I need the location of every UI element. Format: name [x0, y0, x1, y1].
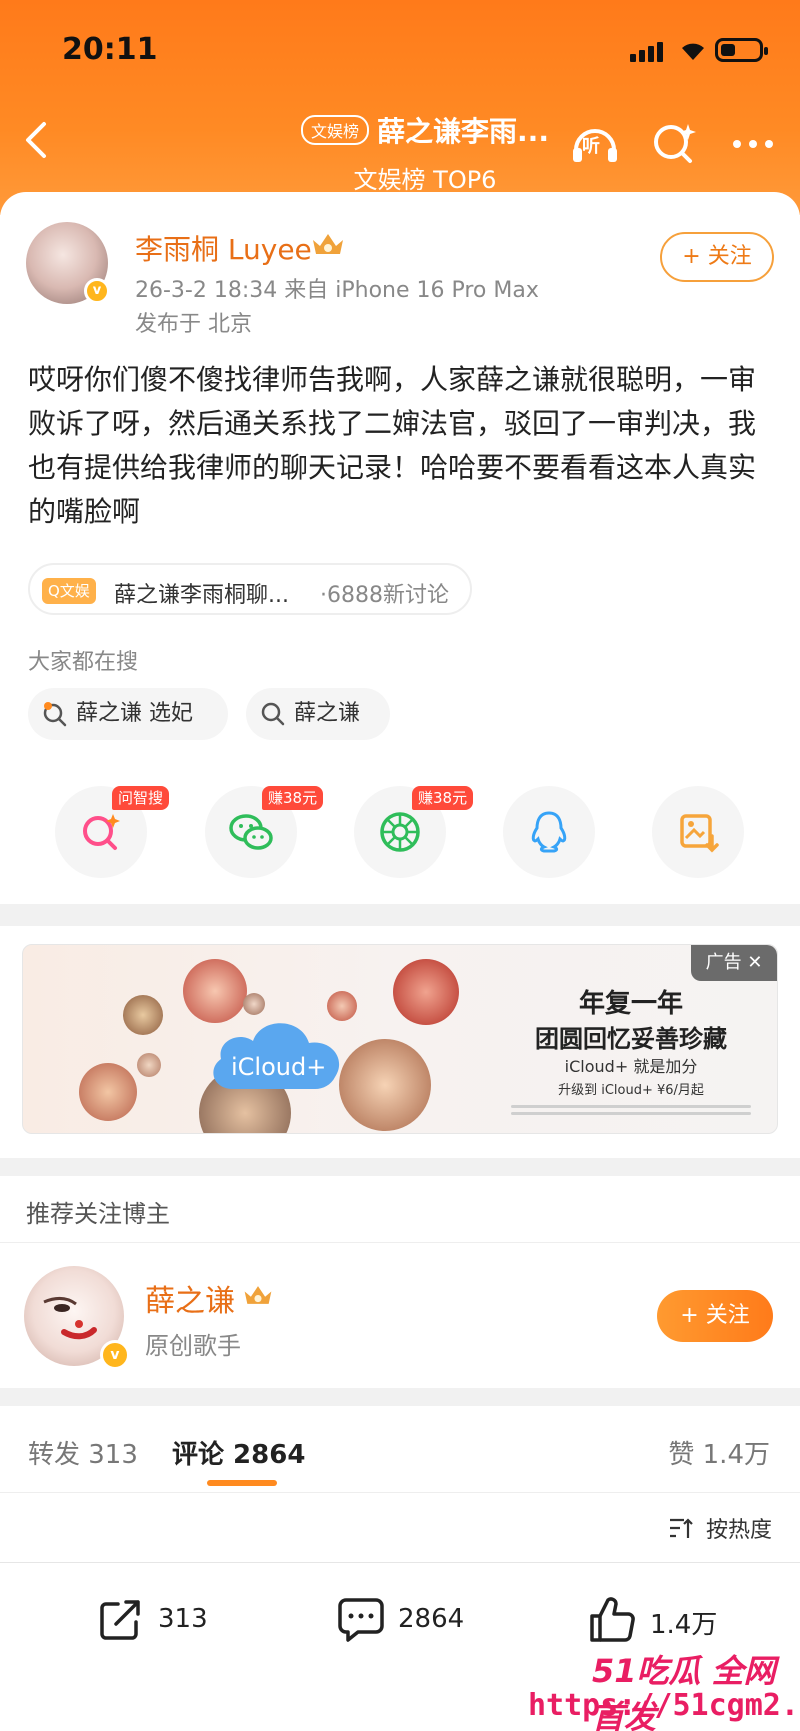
thumbs-up-icon — [590, 1597, 635, 1642]
sort-icon[interactable] — [668, 1516, 694, 1540]
topic-title-block[interactable]: 文娱榜 薛之谦李雨... 文娱榜 TOP6 — [255, 110, 595, 194]
status-time: 20:11 — [62, 32, 158, 67]
ad-price: 升级到 iCloud+ ¥6/月起 — [558, 1083, 704, 1098]
divider — [0, 1492, 800, 1493]
repost-icon — [100, 1600, 140, 1640]
post-meta: 26-3-2 18:34 来自 iPhone 16 Pro Max — [135, 278, 539, 303]
ad-banner[interactable]: iCloud+ 年复一年 团圆回忆妥善珍藏 iCloud+ 就是加分 升级到 i… — [22, 944, 778, 1134]
share-badge: 问智搜 — [112, 786, 170, 810]
crown-icon — [313, 234, 343, 254]
search-chip-label: 薛之谦 选妃 — [76, 701, 193, 726]
search-chip[interactable]: 薛之谦 选妃 — [28, 688, 228, 740]
ad-tagline: iCloud+ 就是加分 — [564, 1057, 698, 1076]
ad-close-button[interactable]: 广告 ✕ — [691, 945, 777, 981]
active-tab-indicator — [207, 1480, 277, 1486]
ad-fine-print — [491, 1101, 771, 1121]
repost-count: 313 — [158, 1604, 208, 1634]
section-divider — [0, 1388, 800, 1406]
back-arrow-icon[interactable] — [22, 120, 52, 160]
photo-bubble — [137, 1053, 161, 1077]
topic-name: 薛之谦李雨桐聊... — [114, 583, 289, 608]
divider — [0, 1242, 800, 1243]
moments-icon — [380, 812, 420, 852]
author-name[interactable]: 李雨桐 Luyee — [135, 228, 312, 268]
like-button[interactable]: 1.4万 — [588, 1590, 728, 1650]
tab-repost[interactable]: 转发 313 — [28, 1434, 138, 1471]
share-badge: 赚38元 — [412, 786, 474, 810]
ad-headline-2: 团圆回忆妥善珍藏 — [535, 1025, 727, 1053]
interaction-tabs: 转发 313 评论 2864 赞 1.4万 — [0, 1406, 800, 1492]
wifi-icon — [682, 43, 704, 60]
signal-icon — [630, 40, 668, 62]
tab-comment[interactable]: 评论 2864 — [172, 1434, 305, 1471]
listen-button[interactable]: 听 — [570, 120, 620, 166]
listen-label: 听 — [582, 136, 600, 157]
topic-chip[interactable]: Q文娱 薛之谦李雨桐聊... ·6888新讨论 — [28, 563, 472, 615]
save-image-icon — [680, 814, 719, 853]
qq-icon — [531, 811, 567, 853]
ad-headline: 年复一年 — [578, 989, 683, 1019]
sparkle-search-icon — [83, 814, 120, 850]
section-divider — [0, 1158, 800, 1176]
photo-bubble — [79, 1063, 137, 1121]
icloud-logo-text: iCloud+ — [231, 1053, 327, 1081]
search-icon — [261, 702, 285, 726]
recommend-title: 推荐关注博主 — [26, 1200, 170, 1228]
photo-bubble — [393, 959, 459, 1025]
wechat-icon — [229, 814, 273, 850]
status-bar: 20:11 — [0, 28, 800, 68]
search-chip-label: 薛之谦 — [294, 701, 361, 726]
recommend-name[interactable]: 薛之谦 — [145, 1276, 235, 1320]
topic-discussion-count: ·6888新讨论 — [320, 583, 449, 608]
battery-icon — [715, 38, 768, 62]
sort-by-hot[interactable]: 按热度 — [706, 1512, 772, 1544]
like-count: 1.4万 — [650, 1610, 718, 1640]
recommend-follow-button[interactable]: + 关注 — [657, 1290, 773, 1342]
trending-search-label: 大家都在搜 — [28, 650, 139, 675]
post-location: 发布于 北京 — [135, 312, 252, 337]
share-badge: 赚38元 — [262, 786, 324, 810]
rank-tag: 文娱榜 — [301, 115, 370, 145]
comment-icon — [338, 1598, 384, 1642]
photo-bubble — [123, 995, 163, 1035]
site-watermark: 51吃瓜 全网首发 https://51cgm2.com — [500, 1646, 800, 1731]
more-icon[interactable] — [728, 120, 778, 166]
watermark-url: https://51cgm2.com — [528, 1688, 800, 1723]
verified-badge-icon: v — [84, 278, 110, 304]
share-qq-button[interactable] — [503, 786, 595, 878]
recommend-description: 原创歌手 — [145, 1332, 241, 1360]
hot-search-icon — [43, 702, 67, 727]
save-image-button[interactable] — [652, 786, 744, 878]
section-divider — [0, 904, 800, 926]
weibo-post-page: 20:11 文娱榜 薛之谦李雨... 文娱榜 TOP6 听 v 李雨桐 Luye… — [0, 0, 800, 1731]
icloud-logo-icon — [213, 1023, 340, 1089]
verified-badge-icon: v — [100, 1340, 130, 1370]
repost-button[interactable]: 313 — [96, 1590, 226, 1650]
page-subtitle: 文娱榜 TOP6 — [353, 166, 497, 194]
follow-button[interactable]: + 关注 — [660, 232, 774, 282]
comment-button[interactable]: 2864 — [336, 1590, 496, 1650]
crown-icon — [244, 1286, 272, 1304]
topic-tag: Q文娱 — [42, 578, 96, 604]
top-header: 20:11 文娱榜 薛之谦李雨... 文娱榜 TOP6 听 — [0, 0, 800, 215]
page-title: 薛之谦李雨... — [377, 115, 549, 148]
search-chip[interactable]: 薛之谦 — [246, 688, 390, 740]
tab-like[interactable]: 赞 1.4万 — [668, 1434, 770, 1471]
post-body: 哎呀你们傻不傻找律师告我啊，人家薛之谦就很聪明，一审败诉了呀，然后通关系找了二婶… — [28, 363, 757, 528]
divider — [0, 1562, 800, 1563]
ai-search-icon[interactable] — [650, 120, 700, 166]
comment-count: 2864 — [398, 1604, 465, 1634]
